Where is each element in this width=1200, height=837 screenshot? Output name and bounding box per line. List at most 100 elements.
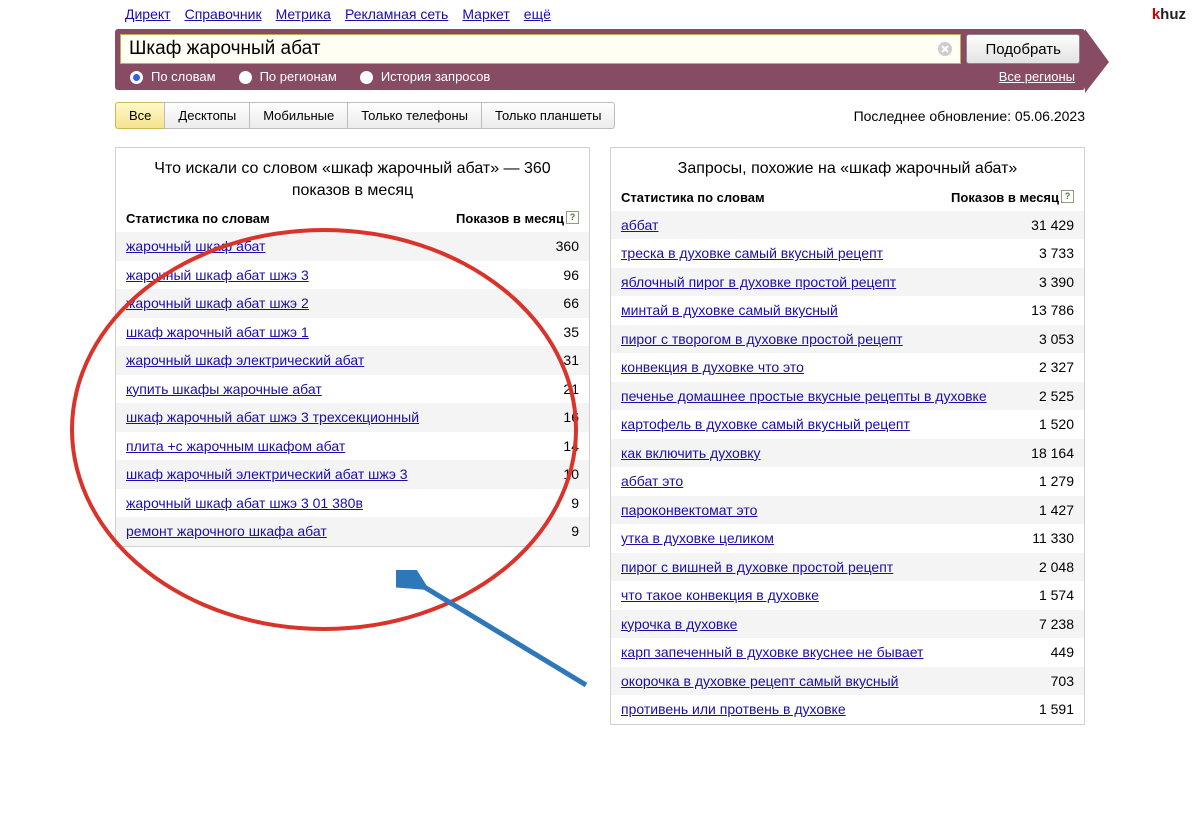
filter-radio-input[interactable] xyxy=(239,71,252,84)
query-link[interactable]: печенье домашнее простые вкусные рецепты… xyxy=(621,388,987,404)
query-count: 360 xyxy=(556,238,579,254)
query-link[interactable]: как включить духовку xyxy=(621,445,761,461)
table-row: что такое конвекция в духовке1 574 xyxy=(611,581,1084,610)
query-count: 31 429 xyxy=(1031,217,1074,233)
table-row: ремонт жарочного шкафа абат 9 xyxy=(116,517,589,546)
query-link[interactable]: что такое конвекция в духовке xyxy=(621,587,819,603)
table-row: жарочный шкаф абат 360 xyxy=(116,232,589,261)
query-link[interactable]: шкаф жарочный абат шжэ 1 xyxy=(126,324,309,340)
filter-radio-input[interactable] xyxy=(360,71,373,84)
query-link[interactable]: картофель в духовке самый вкусный рецепт xyxy=(621,416,910,432)
table-row: шкаф жарочный абат шжэ 3 трехсекционный 1… xyxy=(116,403,589,432)
query-link[interactable]: яблочный пирог в духовке простой рецепт xyxy=(621,274,896,290)
table-row: печенье домашнее простые вкусные рецепты… xyxy=(611,382,1084,411)
head-left: Статистика по словам xyxy=(621,190,765,205)
query-link[interactable]: ремонт жарочного шкафа абат xyxy=(126,523,327,539)
table-row: пароконвектомат это1 427 xyxy=(611,496,1084,525)
query-link[interactable]: карп запеченный в духовке вкуснее не быв… xyxy=(621,644,923,660)
query-count: 66 xyxy=(563,295,579,311)
filter-radio[interactable]: По регионам xyxy=(234,68,337,84)
device-tab[interactable]: Мобильные xyxy=(249,102,348,129)
query-link[interactable]: курочка в духовке xyxy=(621,616,737,632)
query-count: 3 053 xyxy=(1039,331,1074,347)
filter-radio[interactable]: История запросов xyxy=(355,68,491,84)
search-bar-wrap: Подобрать По словам По регионам История за… xyxy=(115,29,1085,90)
query-link[interactable]: шкаф жарочный абат шжэ 3 трехсекционный xyxy=(126,409,419,425)
clear-icon[interactable] xyxy=(937,41,953,57)
top-nav-link[interactable]: ещё xyxy=(524,6,551,22)
top-nav-link[interactable]: Справочник xyxy=(185,6,262,22)
head-left: Статистика по словам xyxy=(126,211,270,226)
query-count: 9 xyxy=(571,495,579,511)
arrow-tip-decor xyxy=(1085,29,1109,93)
table-row: плита +с жарочным шкафом абат14 xyxy=(116,432,589,461)
table-row: купить шкафы жарочные абат21 xyxy=(116,375,589,404)
left-panel: Что искали со словом «шкаф жарочный абат… xyxy=(115,147,590,547)
table-row: шкаф жарочный электрический абат шжэ 310 xyxy=(116,460,589,489)
brand-rest: huz xyxy=(1160,6,1186,23)
table-row: жарочный шкаф абат шжэ 2 66 xyxy=(116,289,589,318)
device-tab[interactable]: Десктопы xyxy=(164,102,250,129)
table-row: пирог с вишней в духовке простой рецепт2… xyxy=(611,553,1084,582)
filter-radio[interactable]: По словам xyxy=(125,68,216,84)
table-row: жарочный шкаф электрический абат31 xyxy=(116,346,589,375)
help-icon[interactable]: ? xyxy=(566,211,579,224)
panels: Что искали со словом «шкаф жарочный абат… xyxy=(115,147,1085,725)
query-link[interactable]: аббат это xyxy=(621,473,683,489)
brand-logo: khuz xyxy=(1152,6,1186,23)
radio-group: По словам По регионам История запросов xyxy=(125,68,490,84)
query-link[interactable]: окорочка в духовке рецепт самый вкусный xyxy=(621,673,899,689)
query-link[interactable]: пирог с творогом в духовке простой рецеп… xyxy=(621,331,903,347)
query-count: 1 591 xyxy=(1039,701,1074,717)
filter-radio-label: По регионам xyxy=(260,69,337,84)
query-link[interactable]: пароконвектомат это xyxy=(621,502,757,518)
query-link[interactable]: утка в духовке целиком xyxy=(621,530,774,546)
filter-radio-input[interactable] xyxy=(130,71,143,84)
help-icon[interactable]: ? xyxy=(1061,190,1074,203)
query-count: 13 786 xyxy=(1031,302,1074,318)
query-count: 11 330 xyxy=(1032,530,1074,546)
table-row: карп запеченный в духовке вкуснее не быв… xyxy=(611,638,1084,667)
query-link[interactable]: минтай в духовке самый вкусный xyxy=(621,302,838,318)
top-nav-link[interactable]: Метрика xyxy=(276,6,331,22)
query-link[interactable]: жарочный шкаф абат шжэ 3 01 380в xyxy=(126,495,363,511)
query-count: 96 xyxy=(563,267,579,283)
query-link[interactable]: жарочный шкаф электрический абат xyxy=(126,352,364,368)
query-count: 16 xyxy=(563,409,579,425)
device-tab[interactable]: Все xyxy=(115,102,165,129)
table-row: утка в духовке целиком 11 330 xyxy=(611,524,1084,553)
table-row: аббат это1 279 xyxy=(611,467,1084,496)
query-link[interactable]: аббат xyxy=(621,217,658,233)
top-nav-link[interactable]: Рекламная сеть xyxy=(345,6,448,22)
query-link[interactable]: противень или протвень в духовке xyxy=(621,701,846,717)
query-link[interactable]: плита +с жарочным шкафом абат xyxy=(126,438,345,454)
query-link[interactable]: жарочный шкаф абат шжэ 2 xyxy=(126,295,309,311)
submit-button[interactable]: Подобрать xyxy=(966,34,1080,64)
device-tab[interactable]: Только планшеты xyxy=(481,102,615,129)
query-link[interactable]: жарочный шкаф абат xyxy=(126,238,265,254)
top-nav-link[interactable]: Маркет xyxy=(462,6,509,22)
head-right: Показов в месяц? xyxy=(951,190,1074,205)
search-input[interactable] xyxy=(120,34,961,64)
query-count: 18 164 xyxy=(1031,445,1074,461)
query-link[interactable]: жарочный шкаф абат шжэ 3 xyxy=(126,267,309,283)
query-count: 2 327 xyxy=(1039,359,1074,375)
query-link[interactable]: конвекция в духовке что это xyxy=(621,359,804,375)
right-panel-head: Статистика по словам Показов в месяц? xyxy=(611,186,1084,211)
region-link[interactable]: Все регионы xyxy=(999,69,1075,84)
top-nav-link[interactable]: Директ xyxy=(125,6,171,22)
table-row: пирог с творогом в духовке простой рецеп… xyxy=(611,325,1084,354)
device-tab[interactable]: Только телефоны xyxy=(347,102,482,129)
query-count: 1 520 xyxy=(1039,416,1074,432)
right-panel: Запросы, похожие на «шкаф жарочный абат»… xyxy=(610,147,1085,725)
table-row: жарочный шкаф абат шжэ 3 96 xyxy=(116,261,589,290)
device-tabs: ВсеДесктопыМобильныеТолько телефоныТольк… xyxy=(115,102,615,129)
brand-k: k xyxy=(1152,6,1160,23)
table-row: противень или протвень в духовке 1 591 xyxy=(611,695,1084,724)
query-link[interactable]: треска в духовке самый вкусный рецепт xyxy=(621,245,883,261)
query-link[interactable]: купить шкафы жарочные абат xyxy=(126,381,322,397)
query-link[interactable]: пирог с вишней в духовке простой рецепт xyxy=(621,559,893,575)
query-count: 7 238 xyxy=(1039,616,1074,632)
query-count: 9 xyxy=(571,523,579,539)
query-link[interactable]: шкаф жарочный электрический абат шжэ 3 xyxy=(126,466,408,482)
